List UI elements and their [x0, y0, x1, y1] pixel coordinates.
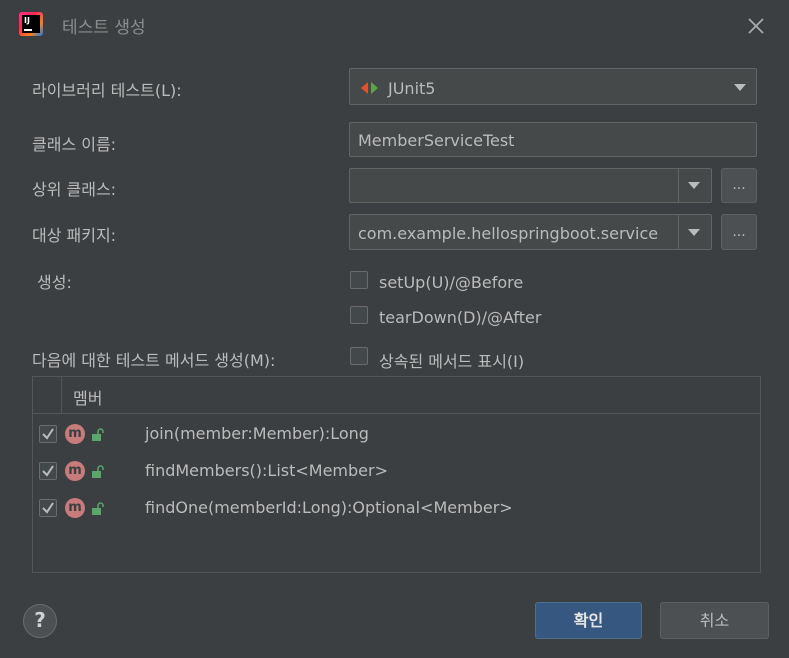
- intellij-logo-icon: IJ: [19, 12, 43, 36]
- library-label: 라이브러리 테스트(L):: [32, 81, 182, 100]
- method-icon: m: [65, 424, 85, 444]
- setup-checkbox[interactable]: [350, 271, 368, 289]
- method-signature: findMembers():List<Member>: [145, 461, 388, 480]
- member-column-header[interactable]: 멤버: [73, 385, 102, 409]
- class-name-input[interactable]: MemberServiceTest: [349, 122, 757, 157]
- members-table[interactable]: 멤버 m join(member:Member):Long m findMemb…: [32, 376, 761, 573]
- member-checkbox[interactable]: [39, 499, 57, 517]
- class-name-label: 클래스 이름:: [32, 135, 117, 154]
- setup-label[interactable]: setUp(U)/@Before: [379, 273, 523, 292]
- ok-button[interactable]: 확인: [535, 602, 642, 639]
- cancel-button[interactable]: 취소: [660, 602, 769, 639]
- junit-icon: [360, 80, 380, 99]
- unlock-icon: [91, 427, 105, 441]
- combo-divider: [678, 215, 679, 249]
- package-combo[interactable]: com.example.hellospringboot.service: [349, 214, 712, 250]
- help-button[interactable]: ?: [23, 604, 57, 638]
- dialog-title: 테스트 생성: [62, 18, 146, 38]
- method-signature: findOne(memberId:Long):Optional<Member>: [145, 498, 513, 517]
- table-row[interactable]: m findMembers():List<Member>: [33, 453, 760, 490]
- chevron-down-icon[interactable]: [688, 182, 700, 189]
- methods-label: 다음에 대한 테스트 메서드 생성(M):: [32, 351, 276, 370]
- combo-divider: [678, 169, 679, 202]
- member-checkbox[interactable]: [39, 462, 57, 480]
- member-checkbox[interactable]: [39, 425, 57, 443]
- superclass-label: 상위 클래스:: [32, 180, 117, 199]
- table-header: 멤버: [33, 377, 760, 414]
- unlock-icon: [91, 464, 105, 478]
- chevron-down-icon[interactable]: [734, 84, 746, 91]
- app-icon-text: IJ: [24, 16, 30, 25]
- package-value: com.example.hellospringboot.service: [358, 224, 659, 243]
- method-signature: join(member:Member):Long: [145, 424, 369, 443]
- table-row[interactable]: m findOne(memberId:Long):Optional<Member…: [33, 490, 760, 527]
- method-icon: m: [65, 461, 85, 481]
- close-icon[interactable]: [744, 14, 768, 38]
- library-value: JUnit5: [388, 79, 436, 98]
- method-icon: m: [65, 498, 85, 518]
- package-browse-button[interactable]: ...: [721, 214, 757, 250]
- title-bar: IJ 테스트 생성: [0, 0, 789, 52]
- table-row[interactable]: m join(member:Member):Long: [33, 416, 760, 453]
- generate-label: 생성:: [37, 273, 72, 292]
- class-name-value: MemberServiceTest: [358, 131, 515, 150]
- library-select[interactable]: JUnit5: [349, 68, 757, 105]
- show-inherited-label[interactable]: 상속된 메서드 표시(I): [379, 348, 524, 372]
- package-label: 대상 패키지:: [32, 226, 117, 245]
- teardown-label[interactable]: tearDown(D)/@After: [379, 308, 541, 327]
- show-inherited-checkbox[interactable]: [350, 347, 368, 365]
- superclass-browse-button[interactable]: ...: [721, 168, 757, 203]
- superclass-combo[interactable]: [349, 168, 712, 203]
- unlock-icon: [91, 501, 105, 515]
- chevron-down-icon[interactable]: [688, 229, 700, 236]
- teardown-checkbox[interactable]: [350, 306, 368, 324]
